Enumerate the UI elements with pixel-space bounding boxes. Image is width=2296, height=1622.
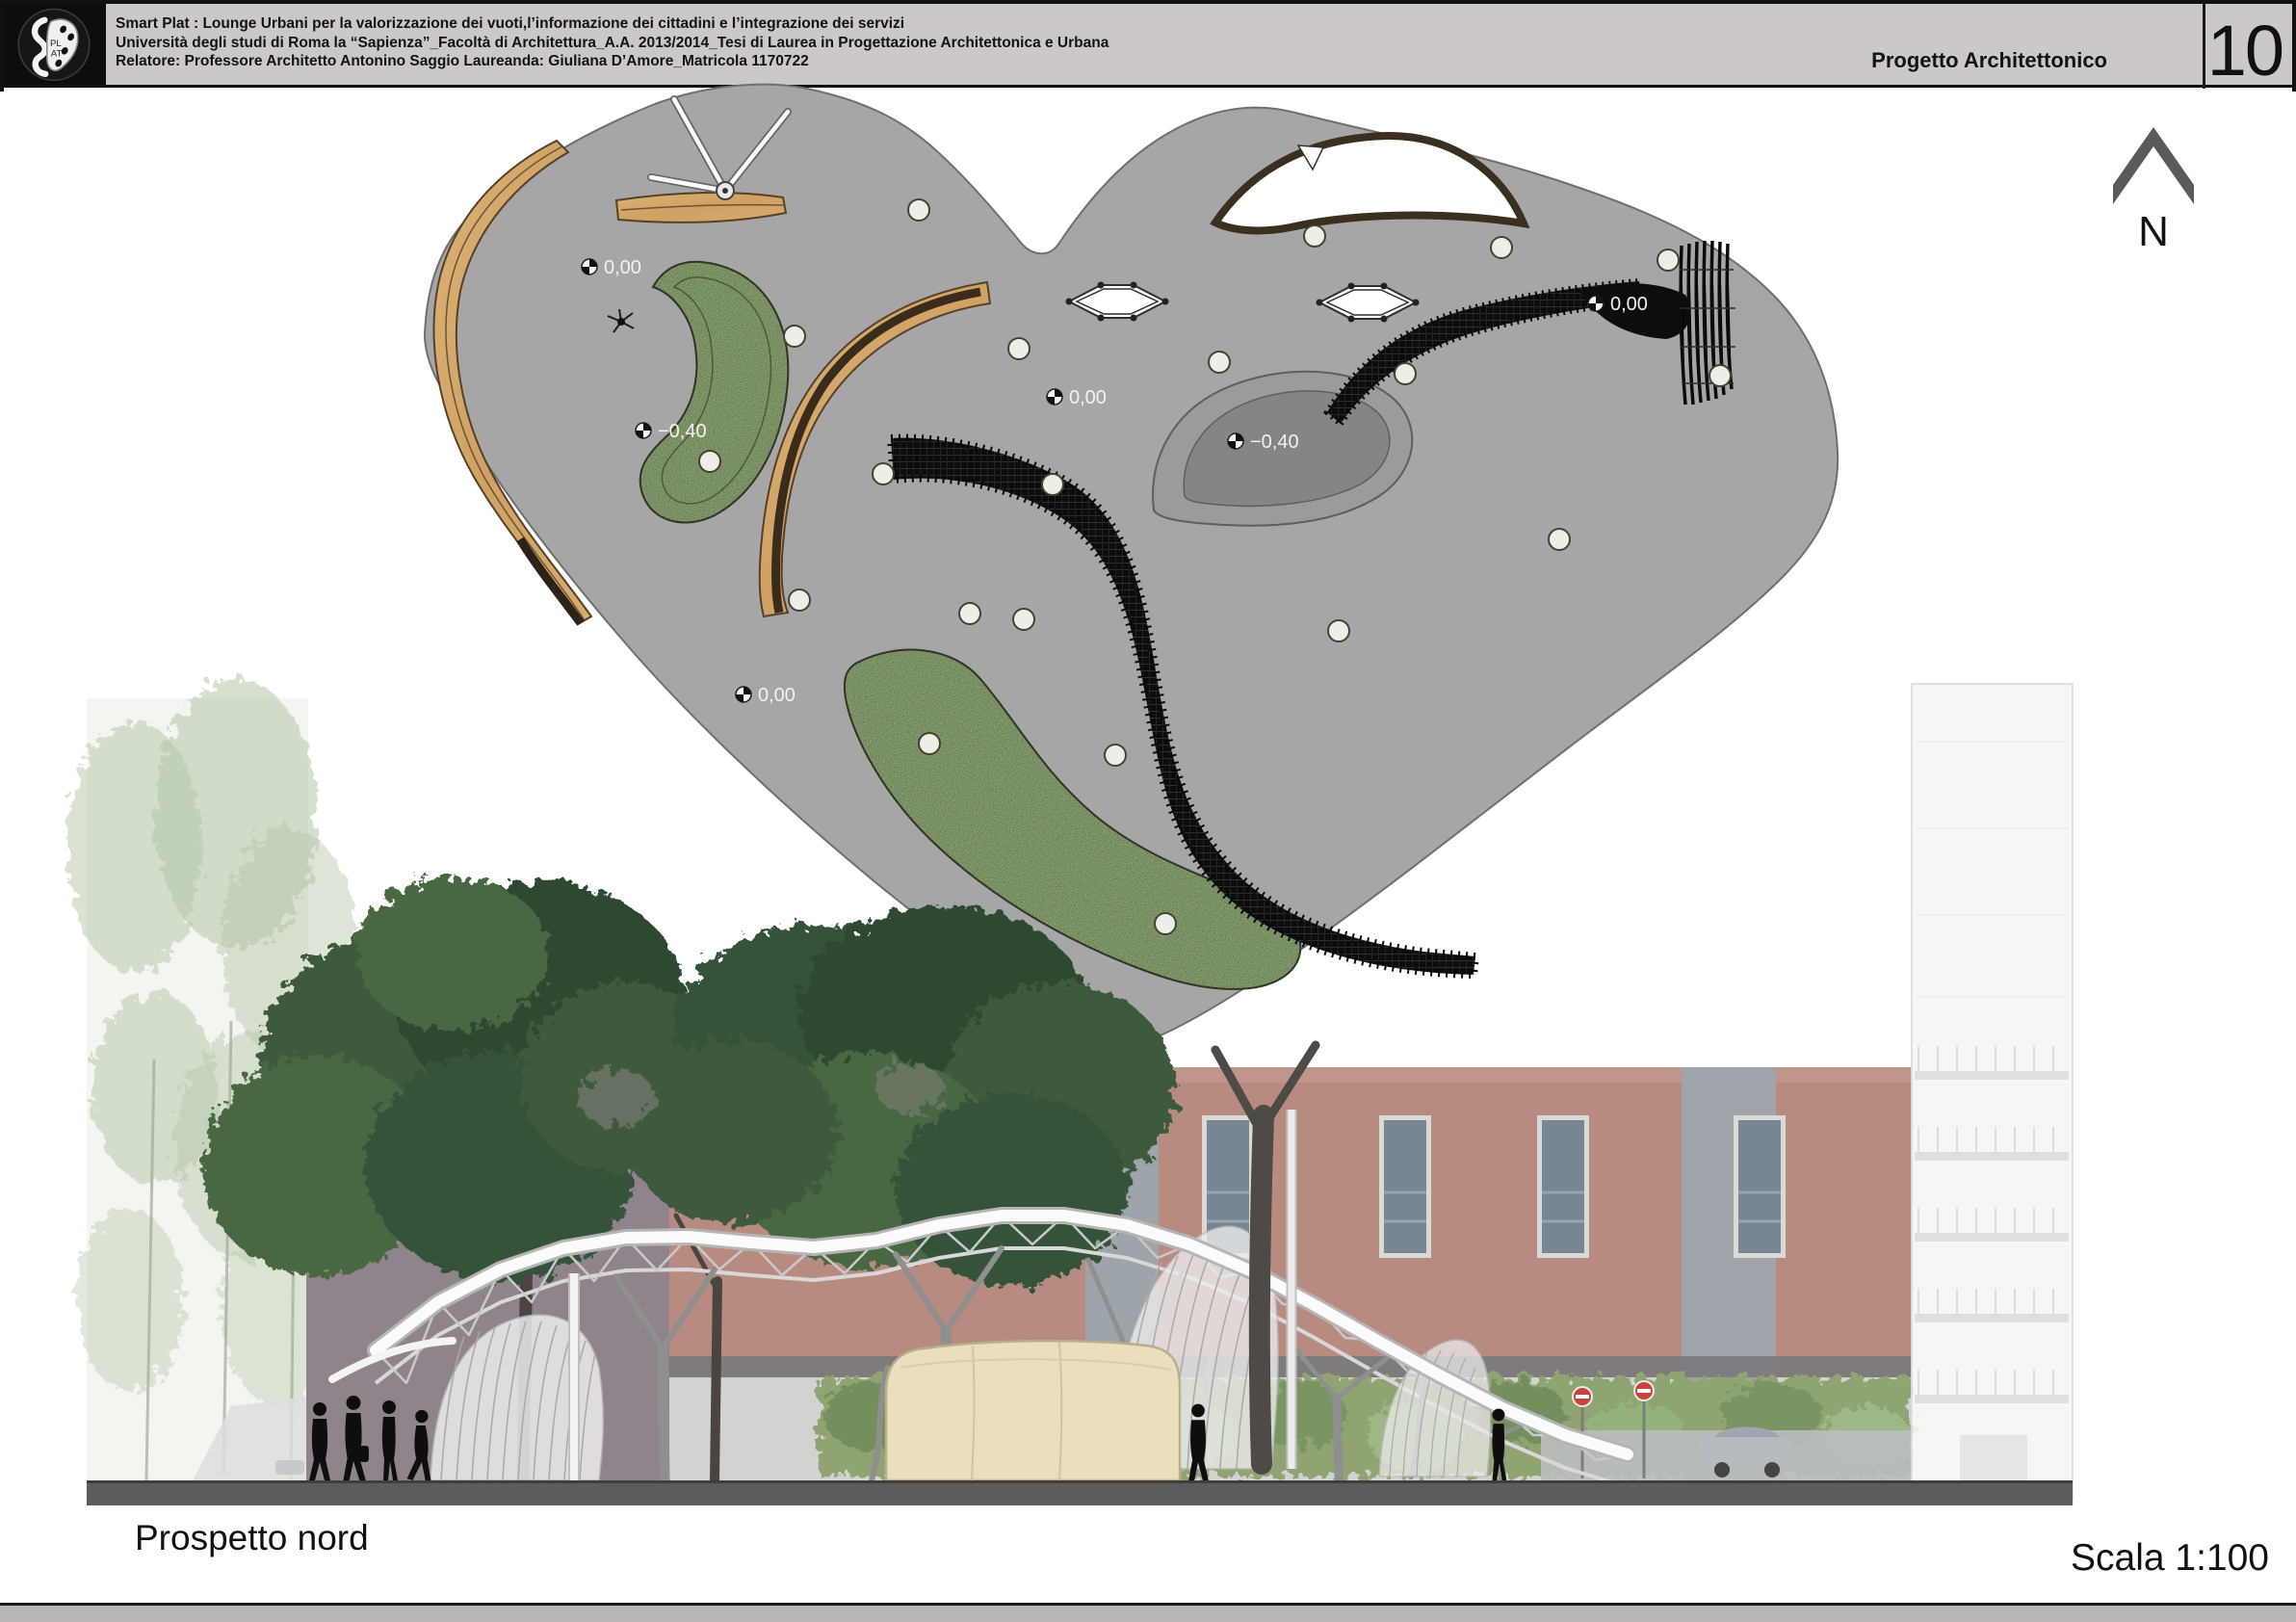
level-marker-label: −0,40	[658, 421, 707, 442]
level-marker-label: 0,00	[1610, 294, 1648, 315]
drawing-area: 0,00 −0,40 0,00 −0,40 0,00 0,00 N	[0, 0, 2296, 1622]
column-circle	[1304, 225, 1325, 247]
column-circle	[1105, 745, 1126, 766]
column-circle	[784, 326, 805, 347]
presentation-board: PL AT Smart Plat : Lounge Urbani per la …	[0, 0, 2296, 1622]
column-circle	[1008, 338, 1030, 359]
column-circle	[1395, 363, 1416, 384]
column-circle	[873, 463, 894, 484]
column-circle	[1709, 365, 1731, 386]
level-marker-label: 0,00	[1069, 387, 1107, 408]
column-circle	[908, 199, 929, 221]
column-circle	[1328, 620, 1349, 641]
bottom-bar	[0, 1603, 2296, 1622]
column-circle	[789, 589, 810, 611]
level-marker-label: 0,00	[758, 685, 796, 706]
column-circle	[919, 733, 940, 754]
building-pale-right	[1912, 684, 2073, 1500]
column-circle	[1209, 352, 1230, 373]
wood-bench-top	[616, 193, 786, 222]
column-circle	[959, 603, 980, 624]
column-circle	[1013, 609, 1034, 630]
north-label: N	[2138, 208, 2169, 255]
tent-volume	[886, 1341, 1180, 1480]
column-circle	[1155, 913, 1176, 934]
scale-label: Scala 1:100	[2071, 1537, 2269, 1580]
column-circle	[1549, 529, 1570, 550]
column-circle	[1657, 249, 1679, 271]
column-circle	[1491, 237, 1512, 258]
level-marker-label: 0,00	[604, 257, 641, 278]
north-arrow: N	[2113, 127, 2194, 255]
ground-strip	[87, 1480, 2073, 1505]
elevation-caption: Prospetto nord	[135, 1518, 369, 1558]
level-marker-label: −0,40	[1250, 432, 1299, 453]
column-circle	[699, 451, 720, 472]
column-circle	[1042, 474, 1063, 495]
faded-car	[275, 1460, 304, 1475]
